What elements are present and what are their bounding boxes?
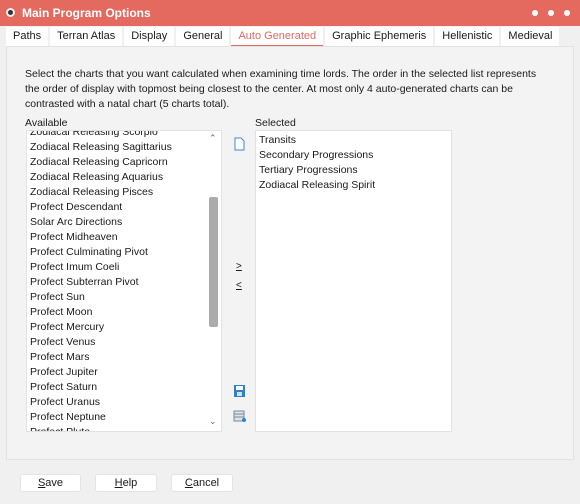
available-item[interactable]: Solar Arc Directions xyxy=(27,215,221,230)
save-icon[interactable] xyxy=(233,384,246,398)
available-item[interactable]: Profect Venus xyxy=(27,335,221,350)
available-item[interactable]: Profect Uranus xyxy=(27,395,221,410)
tab-display[interactable]: Display xyxy=(124,27,175,46)
available-list[interactable]: Zodiacal Releasing Scorpio Zodiacal Relea… xyxy=(26,130,222,432)
new-document-icon[interactable] xyxy=(233,137,246,151)
available-scrollbar[interactable]: ⌃ ⌄ xyxy=(207,131,221,431)
available-item[interactable]: Profect Culminating Pivot xyxy=(27,245,221,260)
available-item[interactable]: Profect Mars xyxy=(27,350,221,365)
title-bar: Main Program Options xyxy=(0,0,580,26)
available-item[interactable]: Zodiacal Releasing Scorpio xyxy=(27,131,221,140)
scroll-down-icon[interactable]: ⌄ xyxy=(209,416,217,427)
available-item[interactable]: Zodiacal Releasing Capricorn xyxy=(27,155,221,170)
description-text: Select the charts that you want calculat… xyxy=(25,68,537,110)
app-icon xyxy=(6,8,15,17)
available-item[interactable]: Profect Sun xyxy=(27,290,221,305)
scroll-up-icon[interactable]: ⌃ xyxy=(209,133,217,144)
tab-medieval[interactable]: Medieval xyxy=(501,27,560,46)
tab-general[interactable]: General xyxy=(176,27,230,46)
available-item[interactable]: Profect Jupiter xyxy=(27,365,221,380)
available-item[interactable]: Zodiacal Releasing Sagittarius xyxy=(27,140,221,155)
cancel-button[interactable]: Cancel xyxy=(171,474,233,492)
help-button[interactable]: Help xyxy=(95,474,157,492)
window-title: Main Program Options xyxy=(22,6,151,20)
database-icon[interactable] xyxy=(233,409,246,423)
remove-button[interactable]: < xyxy=(236,280,242,291)
selected-item[interactable]: Transits xyxy=(256,133,451,148)
available-item[interactable]: Profect Descendant xyxy=(27,200,221,215)
available-item[interactable]: Profect Midheaven xyxy=(27,230,221,245)
minimize-button[interactable] xyxy=(532,10,538,16)
available-item[interactable]: Profect Moon xyxy=(27,305,221,320)
tab-paths[interactable]: Paths xyxy=(6,27,49,46)
selected-label: Selected xyxy=(255,117,296,129)
save-button[interactable]: Save xyxy=(20,474,81,492)
tab-bar: Paths Terran Atlas Display General Auto … xyxy=(6,27,561,46)
tab-terran-atlas[interactable]: Terran Atlas xyxy=(50,27,123,46)
selected-item[interactable]: Secondary Progressions xyxy=(256,148,451,163)
close-button[interactable] xyxy=(564,10,570,16)
maximize-button[interactable] xyxy=(548,10,554,16)
tab-graphic-ephemeris[interactable]: Graphic Ephemeris xyxy=(325,27,434,46)
selected-item[interactable]: Zodiacal Releasing Spirit xyxy=(256,178,451,193)
tab-hellenistic[interactable]: Hellenistic xyxy=(435,27,500,46)
selected-item[interactable]: Tertiary Progressions xyxy=(256,163,451,178)
available-item[interactable]: Profect Pluto xyxy=(27,425,221,431)
available-item[interactable]: Profect Imum Coeli xyxy=(27,260,221,275)
available-item[interactable]: Profect Mercury xyxy=(27,320,221,335)
available-item[interactable]: Profect Saturn xyxy=(27,380,221,395)
available-item[interactable]: Profect Neptune xyxy=(27,410,221,425)
available-item[interactable]: Zodiacal Releasing Aquarius xyxy=(27,170,221,185)
tab-auto-generated[interactable]: Auto Generated xyxy=(231,27,324,46)
scrollbar-thumb[interactable] xyxy=(209,197,218,327)
selected-list[interactable]: Transits Secondary Progressions Tertiary… xyxy=(255,130,452,432)
available-item[interactable]: Profect Subterran Pivot xyxy=(27,275,221,290)
add-button[interactable]: > xyxy=(236,261,242,272)
available-label: Available xyxy=(25,117,68,129)
available-item[interactable]: Zodiacal Releasing Pisces xyxy=(27,185,221,200)
